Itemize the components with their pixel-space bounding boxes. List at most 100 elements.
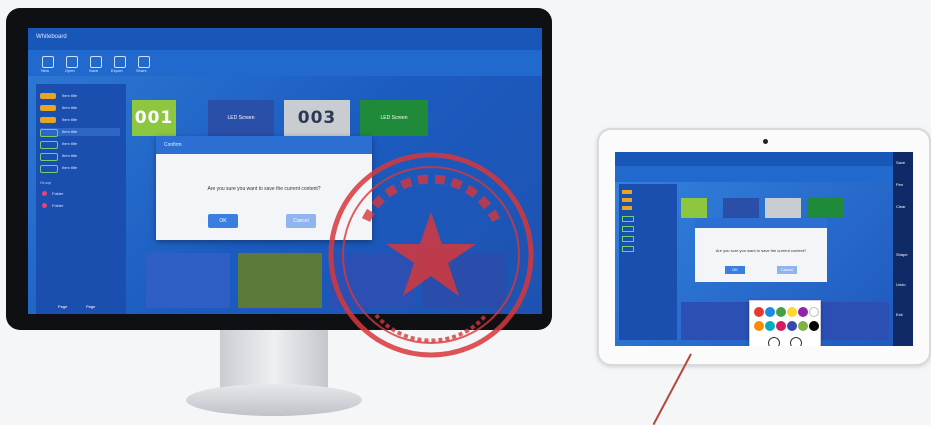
folder-icon (622, 190, 632, 194)
screen-icon (40, 165, 58, 173)
folder-icon (622, 206, 632, 210)
toolbar-label: Save (89, 68, 99, 73)
color-swatch[interactable] (754, 307, 764, 317)
color-swatch[interactable] (798, 321, 808, 331)
color-swatch[interactable] (787, 321, 797, 331)
open-icon[interactable] (66, 56, 78, 68)
screen-icon (622, 236, 634, 242)
cancel-button[interactable]: Cancel (777, 266, 797, 274)
dialog-title: Confirm (164, 142, 182, 148)
sidebar-item-label: Item title (62, 93, 78, 98)
sidebar-item-label: Folder (52, 191, 64, 196)
toolbar-label: Open (65, 68, 75, 73)
rail-save-button[interactable]: Save (896, 160, 905, 165)
screen-icon (40, 129, 58, 137)
toolbar-label: Export (111, 68, 123, 73)
tablet-confirm-dialog: Are you sure you want to save the curren… (695, 218, 827, 282)
dot-icon (42, 191, 47, 196)
sidebar-item-label: Item title (62, 141, 78, 146)
tablet-title-bar (615, 152, 913, 166)
tile-003[interactable]: 003 (284, 100, 350, 136)
close-icon[interactable] (790, 337, 802, 346)
color-swatch[interactable] (765, 321, 775, 331)
monitor-stand-neck (220, 330, 328, 388)
bottom-tab[interactable]: Page (86, 304, 95, 309)
toolbar-label: Share (136, 68, 147, 73)
sidebar-item-label: Folder (52, 203, 64, 208)
bottom-tab[interactable]: Page (58, 304, 67, 309)
sidebar-item[interactable]: Folder (40, 202, 120, 210)
sidebar-item-label: Item title (62, 129, 78, 134)
sidebar-item[interactable]: Item title (40, 164, 120, 173)
color-swatch[interactable] (765, 307, 775, 317)
dialog-header (695, 218, 827, 228)
sidebar-item-label: Item title (62, 165, 78, 170)
camera-icon (763, 139, 768, 144)
tile-003[interactable] (765, 198, 801, 218)
ok-button[interactable]: OK (725, 266, 745, 274)
color-swatch[interactable] (809, 307, 819, 317)
rail-pen-button[interactable]: Pen (896, 182, 903, 187)
sidebar-item[interactable]: Folder (40, 190, 120, 198)
color-swatch[interactable] (754, 321, 764, 331)
screen-icon (622, 246, 634, 252)
rail-undo-button[interactable]: Undo (896, 282, 906, 287)
thumbnail[interactable] (146, 253, 230, 308)
rail-exit-button[interactable]: Exit (896, 312, 903, 317)
tool-rail: Save Pen Clear Shape Undo Exit (893, 152, 913, 346)
sidebar-item-label: Item title (62, 117, 78, 122)
monitor-stand-base (186, 384, 362, 416)
sidebar-item[interactable]: Item title (40, 116, 120, 124)
cancel-button[interactable]: Cancel (286, 214, 316, 228)
thumbnail[interactable] (238, 253, 322, 308)
new-icon[interactable] (42, 56, 54, 68)
tile-led-screen[interactable] (723, 198, 759, 218)
share-icon[interactable] (138, 56, 150, 68)
export-icon[interactable] (114, 56, 126, 68)
color-swatch[interactable] (809, 321, 819, 331)
tile-001[interactable] (681, 198, 707, 218)
tablet-screen: Are you sure you want to save the curren… (615, 152, 913, 346)
screen-icon (40, 153, 58, 161)
folder-icon (40, 117, 56, 123)
confirm-icon[interactable] (768, 337, 780, 346)
sidebar-item[interactable]: Item title (40, 92, 120, 100)
save-icon[interactable] (90, 56, 102, 68)
sidebar-item-label: Item title (62, 105, 78, 110)
rail-shape-button[interactable]: Shape (896, 252, 908, 257)
color-swatch[interactable] (776, 321, 786, 331)
sidebar-item[interactable]: Item title (40, 140, 120, 149)
dot-icon (42, 203, 47, 208)
folder-icon (40, 93, 56, 99)
sidebar-item-selected[interactable]: Item title (40, 128, 120, 137)
title-bar: Whiteboard (28, 28, 542, 50)
ok-button[interactable]: OK (208, 214, 238, 228)
sidebar-item[interactable]: Item title (40, 104, 120, 112)
color-swatch[interactable] (776, 307, 786, 317)
toolbar-label: New (41, 68, 50, 73)
sidebar-item-label: Item title (62, 153, 78, 158)
color-palette (749, 300, 821, 346)
tablet-sidebar (619, 184, 677, 340)
tile-001[interactable]: 001 (132, 100, 176, 136)
sidebar-item[interactable]: Item title (40, 152, 120, 161)
rail-clear-button[interactable]: Clear (896, 204, 906, 209)
toolbar: New Open Save Export Share (28, 50, 542, 76)
screen-icon (40, 141, 58, 149)
color-swatch[interactable] (798, 307, 808, 317)
screen-icon (622, 226, 634, 232)
tablet-device: Are you sure you want to save the curren… (597, 128, 931, 366)
app-title: Whiteboard (36, 34, 67, 40)
dialog-message: Are you sure you want to save the curren… (715, 248, 807, 253)
tile-led-screen[interactable]: LED Screen (360, 100, 428, 136)
sidebar-section-title: Group (40, 180, 52, 185)
color-swatch[interactable] (787, 307, 797, 317)
seal-stamp-icon (328, 152, 534, 358)
tile-led-screen[interactable] (807, 198, 843, 218)
folder-icon (40, 105, 56, 111)
sidebar: Item title Item title Item title Item ti… (36, 84, 126, 314)
tablet-toolbar (615, 166, 913, 182)
screen-icon (622, 216, 634, 222)
folder-icon (622, 198, 632, 202)
tile-led-screen[interactable]: LED Screen (208, 100, 274, 136)
